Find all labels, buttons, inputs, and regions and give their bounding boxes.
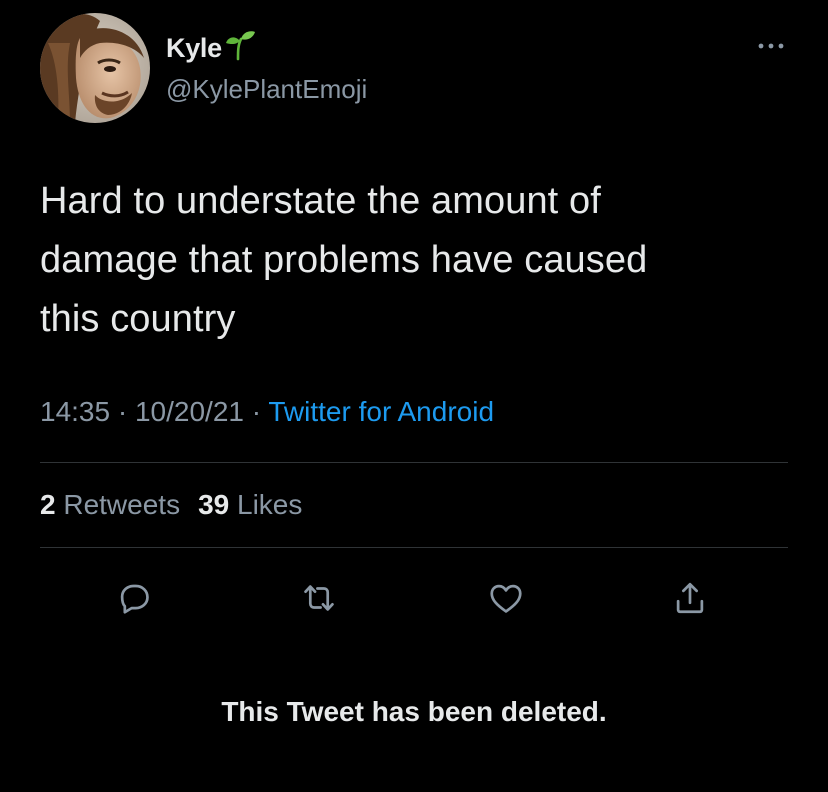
retweets-label: Retweets: [63, 489, 181, 520]
tweet-text: Hard to understate the amount of damage …: [40, 172, 780, 349]
reply-button[interactable]: [112, 576, 156, 620]
retweet-button[interactable]: [297, 576, 341, 620]
deleted-tweet-notice: This Tweet has been deleted.: [221, 696, 607, 727]
tweet-card: Kyle @KylePlantEmoji Hard to understate …: [0, 0, 828, 792]
tweet-metadata: 14:35 · 10/20/21 · Twitter for Android: [40, 396, 494, 428]
tweet-time[interactable]: 14:35: [40, 396, 110, 427]
share-icon: [676, 582, 704, 614]
share-button[interactable]: [668, 576, 712, 620]
avatar[interactable]: [40, 13, 150, 123]
divider: [40, 462, 788, 463]
meta-separator: ·: [251, 396, 262, 427]
author-name-row[interactable]: Kyle: [166, 31, 256, 64]
tweet-text-line: damage that problems have caused: [40, 239, 648, 281]
tweet-text-line: Hard to understate the amount of: [40, 180, 601, 222]
like-button[interactable]: [484, 576, 528, 620]
more-options-icon[interactable]: [756, 36, 786, 56]
retweet-icon: [304, 585, 334, 611]
heart-icon: [490, 584, 522, 613]
divider: [40, 547, 788, 548]
tweet-text-line: this country: [40, 298, 236, 340]
likes-count: 39: [198, 489, 230, 520]
author-handle[interactable]: @KylePlantEmoji: [166, 74, 367, 105]
display-name[interactable]: Kyle: [166, 33, 222, 64]
likes-stat[interactable]: 39 Likes: [198, 489, 302, 520]
tweet-date[interactable]: 10/20/21: [135, 396, 244, 427]
tweet-source-link[interactable]: Twitter for Android: [268, 396, 494, 427]
tweet-stats: 2 Retweets 39 Likes: [40, 489, 302, 521]
sprout-icon: [225, 31, 255, 61]
avatar-image: [40, 13, 150, 123]
likes-label: Likes: [237, 489, 303, 520]
reply-icon: [120, 584, 149, 614]
retweets-count: 2: [40, 489, 56, 520]
retweets-stat[interactable]: 2 Retweets: [40, 489, 180, 520]
meta-separator: ·: [117, 396, 128, 427]
